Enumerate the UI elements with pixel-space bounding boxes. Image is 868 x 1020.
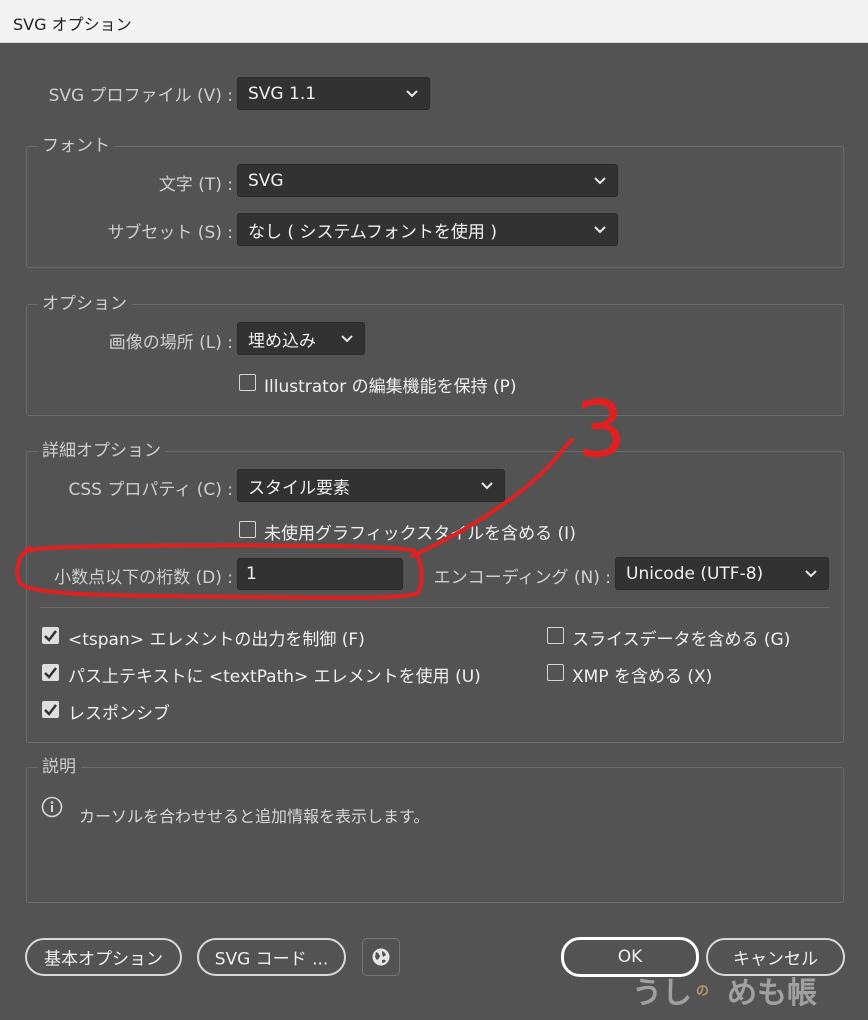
tspan-label: <tspan> エレメントの出力を制御 (F): [68, 630, 365, 650]
ok-label: OK: [617, 947, 643, 967]
svg-code-label: SVG コード ...: [214, 949, 329, 970]
slice-data-label: スライスデータを含める (G): [572, 630, 791, 650]
subset-label: サブセット (S) :: [107, 223, 233, 243]
decimal-places-label: 小数点以下の桁数 (D) :: [54, 568, 233, 588]
image-location-label: 画像の場所 (L) :: [108, 333, 233, 353]
css-properties-label: CSS プロパティ (C) :: [68, 480, 233, 500]
chevron-down-icon: [406, 89, 418, 97]
divider: [40, 607, 829, 608]
encoding-value: Unicode (UTF-8): [626, 563, 764, 584]
chevron-down-icon: [594, 225, 606, 233]
preserve-editing-checkbox[interactable]: [239, 374, 256, 391]
watermark-part1: うし: [632, 976, 692, 1011]
title-bar: SVG オプション: [0, 0, 868, 43]
responsive-checkbox[interactable]: [42, 701, 59, 718]
unused-styles-checkbox[interactable]: [239, 521, 256, 538]
image-location-value: 埋め込み: [248, 331, 316, 351]
globe-icon: [372, 948, 390, 966]
chevron-down-icon: [341, 334, 353, 342]
preserve-editing-label: Illustrator の編集機能を保持 (P): [264, 377, 517, 397]
description-group: 説明: [26, 756, 844, 903]
image-location-select[interactable]: 埋め込み: [237, 322, 365, 355]
checkmark-icon: [44, 630, 57, 642]
unused-styles-label: 未使用グラフィックスタイルを含める (I): [264, 524, 576, 544]
type-select[interactable]: SVG: [237, 164, 618, 197]
chevron-down-icon: [805, 569, 817, 577]
basic-options-button[interactable]: 基本オプション: [25, 938, 182, 976]
chevron-down-icon: [481, 481, 493, 489]
decimal-places-value: 1: [246, 564, 257, 584]
description-legend: 説明: [37, 756, 81, 778]
decimal-places-input[interactable]: 1: [237, 558, 403, 590]
chevron-down-icon: [594, 176, 606, 184]
responsive-label: レスポンシブ: [68, 704, 170, 724]
web-preview-button[interactable]: [362, 938, 400, 976]
subset-select[interactable]: なし ( システムフォントを使用 ): [237, 213, 618, 246]
slice-data-checkbox[interactable]: [547, 627, 564, 644]
checkmark-icon: [44, 667, 57, 679]
info-icon: [41, 796, 63, 818]
svg-profile-value: SVG 1.1: [248, 83, 317, 104]
css-properties-select[interactable]: スタイル要素: [237, 469, 505, 502]
tspan-checkbox[interactable]: [42, 627, 59, 644]
encoding-label: エンコーディング (N) :: [433, 568, 611, 588]
textpath-checkbox[interactable]: [42, 664, 59, 681]
checkmark-icon: [44, 704, 57, 716]
options-group: オプション: [26, 293, 844, 416]
options-group-legend: オプション: [37, 293, 132, 315]
textpath-label: パス上テキストに <textPath> エレメントを使用 (U): [68, 667, 481, 687]
watermark-part3: めも帳: [727, 976, 817, 1011]
type-label: 文字 (T) :: [158, 175, 233, 195]
description-text: カーソルを合わせせると追加情報を表示します。: [79, 807, 430, 826]
svg-profile-select[interactable]: SVG 1.1: [237, 77, 430, 110]
annotation-number: 3: [572, 383, 629, 477]
cancel-label: キャンセル: [733, 949, 818, 970]
svg-code-button[interactable]: SVG コード ...: [197, 938, 346, 976]
watermark-part2: の: [696, 984, 710, 999]
xmp-label: XMP を含める (X): [572, 667, 713, 687]
svg-profile-label: SVG プロファイル (V) :: [48, 86, 233, 106]
font-group-legend: フォント: [37, 135, 115, 157]
window-title: SVG オプション: [13, 15, 132, 34]
subset-value: なし ( システムフォントを使用 ): [248, 222, 497, 242]
basic-options-label: 基本オプション: [44, 949, 163, 970]
advanced-options-legend: 詳細オプション: [37, 440, 166, 462]
encoding-select[interactable]: Unicode (UTF-8): [615, 557, 829, 590]
type-value: SVG: [248, 170, 284, 191]
xmp-checkbox[interactable]: [547, 664, 564, 681]
css-properties-value: スタイル要素: [248, 478, 350, 498]
